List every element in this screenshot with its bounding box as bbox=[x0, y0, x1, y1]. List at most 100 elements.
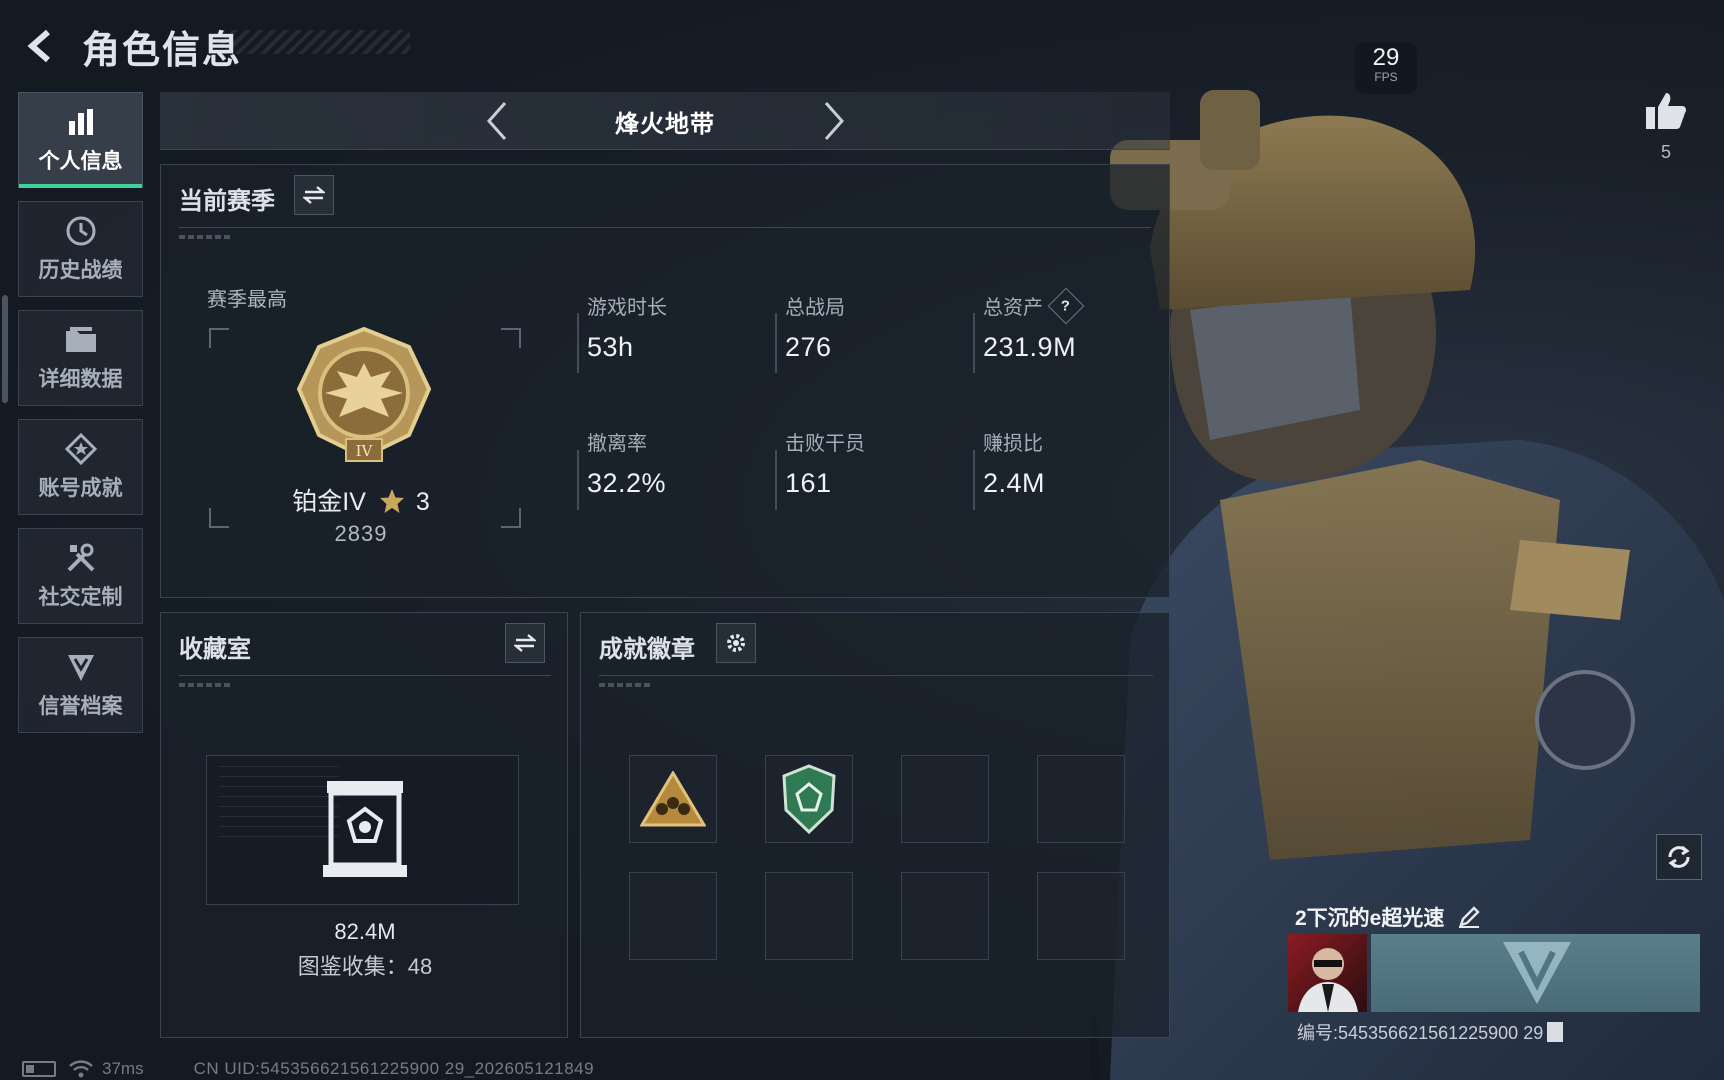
faction-logo-icon bbox=[1503, 942, 1571, 1004]
badge-slot[interactable] bbox=[629, 755, 717, 843]
achievement-star-icon bbox=[64, 432, 98, 466]
rank-name-row: 铂金IV 3 bbox=[161, 482, 561, 518]
player-id-row: 编号:545356621561225900 29 bbox=[1297, 1019, 1564, 1045]
sidebar-item-label: 账号成就 bbox=[38, 477, 123, 500]
stat-label-row: 总资产 ? bbox=[983, 287, 1085, 324]
badge-slot-empty[interactable] bbox=[1037, 755, 1125, 843]
badge-slot-empty[interactable] bbox=[901, 872, 989, 960]
divider-dots bbox=[599, 683, 651, 687]
green-shield-badge-icon bbox=[782, 764, 836, 834]
edit-name-button[interactable] bbox=[1454, 902, 1484, 932]
badge-slot-empty[interactable] bbox=[1037, 872, 1125, 960]
collection-value: 82.4M bbox=[334, 919, 396, 944]
copy-id-icon[interactable] bbox=[1547, 1022, 1564, 1042]
stat-divider bbox=[775, 450, 777, 510]
sidebar-item-reputation[interactable]: 信誉档案 bbox=[18, 637, 143, 733]
divider-dots bbox=[179, 683, 231, 687]
swap-arrows-icon bbox=[514, 634, 536, 652]
badges-settings-button[interactable] bbox=[716, 623, 756, 663]
mode-next-button[interactable] bbox=[812, 99, 856, 143]
rank-name: 铂金IV bbox=[292, 488, 366, 516]
divider-dots bbox=[179, 235, 231, 239]
fps-label: FPS bbox=[1374, 70, 1398, 84]
pencil-icon bbox=[1459, 906, 1481, 928]
stat-divider bbox=[577, 450, 579, 510]
badges-panel: 成就徽章 bbox=[580, 612, 1170, 1038]
frame-corner bbox=[209, 328, 229, 348]
gear-icon bbox=[727, 634, 745, 652]
sidebar-item-label: 历史战绩 bbox=[38, 259, 123, 282]
collection-panel-title: 收藏室 bbox=[179, 636, 251, 663]
sidebar-scrollbar[interactable] bbox=[2, 295, 8, 403]
stat-value: 231.9M bbox=[983, 332, 1077, 362]
chevron-right-icon bbox=[824, 102, 845, 140]
stat-label: 游戏时长 bbox=[587, 297, 667, 319]
sidebar-item-social[interactable]: 社交定制 bbox=[18, 528, 143, 624]
top-bar: 角色信息 bbox=[18, 18, 242, 74]
stat-label: 总战局 bbox=[785, 297, 845, 319]
tools-icon bbox=[64, 541, 98, 575]
stat-value: 2.4M bbox=[983, 468, 1046, 498]
uid-text: CN UID:545356621561225900 29_20260512184… bbox=[193, 1059, 595, 1078]
page-title: 角色信息 bbox=[82, 29, 243, 72]
sidebar-item-label: 详细数据 bbox=[38, 368, 123, 391]
divider bbox=[179, 227, 1151, 228]
stat-label: 总资产 bbox=[983, 297, 1043, 319]
collection-panel[interactable]: 收藏室 82.4M 图鉴收集：48 bbox=[160, 612, 568, 1038]
help-icon[interactable]: ? bbox=[1047, 287, 1085, 324]
stat-operators-defeated: 击败干员 161 bbox=[785, 427, 865, 499]
name-card-banner bbox=[1371, 934, 1700, 1012]
stat-divider bbox=[973, 313, 975, 373]
player-name-card[interactable] bbox=[1288, 934, 1700, 1012]
ping-value: 37ms bbox=[102, 1059, 144, 1078]
collection-switch-button[interactable] bbox=[505, 623, 545, 663]
badge-slot-empty[interactable] bbox=[901, 755, 989, 843]
folder-icon bbox=[64, 323, 98, 357]
sidebar-item-label: 个人信息 bbox=[38, 150, 123, 173]
stat-divider bbox=[973, 450, 975, 510]
back-arrow-icon bbox=[27, 29, 50, 63]
sidebar-item-label: 社交定制 bbox=[38, 586, 123, 609]
avatar bbox=[1288, 934, 1367, 1012]
stat-total-assets: 总资产 ? 231.9M bbox=[983, 287, 1085, 363]
rank-score: 2839 bbox=[334, 521, 388, 546]
sidebar-item-achievements[interactable]: 账号成就 bbox=[18, 419, 143, 515]
status-footer: 37ms CN UID:545356621561225900 29_202605… bbox=[22, 1058, 594, 1080]
stat-total-matches: 总战局 276 bbox=[785, 291, 845, 363]
stat-extraction-rate: 撤离率 32.2% bbox=[587, 427, 666, 499]
sidebar-item-personal-info[interactable]: 个人信息 bbox=[18, 92, 143, 188]
thumbs-up-icon bbox=[1646, 93, 1686, 129]
stat-divider bbox=[577, 313, 579, 373]
bar-chart-icon bbox=[64, 105, 98, 139]
back-button[interactable] bbox=[18, 24, 62, 68]
stat-value: 276 bbox=[785, 332, 832, 362]
stat-value: 161 bbox=[785, 468, 832, 498]
collection-count: 图鉴收集：48 bbox=[297, 954, 433, 979]
rotate-icon bbox=[1668, 845, 1690, 869]
divider bbox=[179, 675, 551, 676]
mode-selector: 烽火地带 bbox=[160, 92, 1170, 150]
frame-corner bbox=[501, 328, 521, 348]
season-panel-title: 当前赛季 bbox=[179, 188, 275, 215]
clock-history-icon bbox=[64, 214, 98, 248]
avatar-portrait bbox=[1298, 948, 1358, 1012]
badge-slot-empty[interactable] bbox=[765, 872, 853, 960]
rank-star-count: 3 bbox=[415, 488, 430, 516]
sidebar: 个人信息 历史战绩 详细数据 账号成就 社交定制 信誉档案 bbox=[18, 92, 143, 746]
stat-play-time: 游戏时长 53h bbox=[587, 291, 667, 363]
stat-value: 32.2% bbox=[587, 468, 667, 498]
season-switch-button[interactable] bbox=[294, 175, 334, 215]
current-season-panel: 当前赛季 赛季最高 IV 铂金IV 3 2839 游戏时长 53h 总战局 27… bbox=[160, 164, 1170, 598]
badges-panel-title: 成就徽章 bbox=[599, 636, 695, 663]
season-best-label: 赛季最高 bbox=[207, 289, 287, 311]
fps-counter: 29 FPS bbox=[1355, 42, 1417, 94]
display-scanlines bbox=[219, 766, 339, 846]
player-name-row: 2下沉的e超光速 bbox=[1295, 902, 1484, 932]
like-button[interactable] bbox=[1640, 86, 1692, 136]
sidebar-item-detail-data[interactable]: 详细数据 bbox=[18, 310, 143, 406]
badge-slot-empty[interactable] bbox=[629, 872, 717, 960]
badge-slot[interactable] bbox=[765, 755, 853, 843]
rank-star-icon bbox=[379, 489, 404, 513]
sidebar-item-history[interactable]: 历史战绩 bbox=[18, 201, 143, 297]
rotate-model-button[interactable] bbox=[1656, 834, 1702, 880]
